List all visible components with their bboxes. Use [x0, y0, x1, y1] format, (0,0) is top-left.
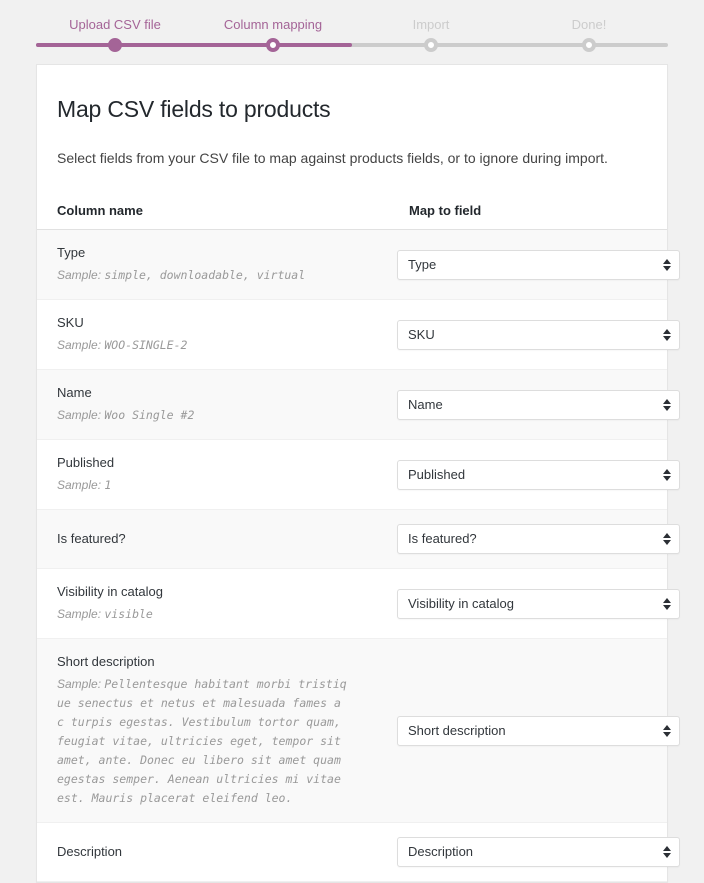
row-column-name-cell: Is featured?	[37, 510, 389, 569]
csv-column-name: Description	[57, 843, 377, 861]
row-column-name-cell: SKU Sample: WOO-SINGLE-2	[37, 300, 389, 370]
sample-label: Sample:	[57, 268, 101, 282]
map-field-select[interactable]: Is featured?	[397, 524, 680, 554]
row-column-name-cell: Description	[37, 823, 389, 882]
row-map-field-cell: Visibility in catalog	[389, 569, 667, 639]
page-title: Map CSV fields to products	[57, 95, 647, 124]
column-header-map-to-field: Map to field	[389, 193, 667, 230]
row-map-field-cell: Type	[389, 230, 667, 300]
table-row: Visibility in catalog Sample: visible Vi…	[37, 569, 667, 639]
step-import: Import	[352, 0, 510, 64]
step-dot-icon	[108, 38, 122, 52]
sample-value: Woo Single #2	[104, 408, 194, 422]
map-field-select-wrapper[interactable]: SKU	[397, 320, 680, 350]
map-field-select[interactable]: Name	[397, 390, 680, 420]
csv-column-name: Type	[57, 244, 377, 262]
row-column-name-cell: Name Sample: Woo Single #2	[37, 370, 389, 440]
table-head: Column name Map to field	[37, 193, 667, 230]
row-column-name-cell: Type Sample: simple, downloadable, virtu…	[37, 230, 389, 300]
row-map-field-cell: Published	[389, 440, 667, 510]
map-field-select[interactable]: Short description	[397, 716, 680, 746]
csv-column-sample: Sample: 1	[57, 476, 347, 495]
csv-column-name: Published	[57, 454, 377, 472]
row-column-name-cell: Visibility in catalog Sample: visible	[37, 569, 389, 639]
csv-column-name: Visibility in catalog	[57, 583, 377, 601]
table-row: Name Sample: Woo Single #2 Name	[37, 370, 667, 440]
map-field-select[interactable]: Description	[397, 837, 680, 867]
column-mapping-card: Map CSV fields to products Select fields…	[36, 64, 668, 883]
sample-label: Sample:	[57, 607, 101, 621]
row-map-field-cell: Name	[389, 370, 667, 440]
csv-column-sample: Sample: WOO-SINGLE-2	[57, 336, 347, 355]
row-map-field-cell: Description	[389, 823, 667, 882]
sample-value: Pellentesque habitant morbi tristique se…	[57, 677, 347, 805]
csv-column-sample: Sample: simple, downloadable, virtual	[57, 266, 347, 285]
sample-label: Sample:	[57, 408, 101, 422]
row-map-field-cell: SKU	[389, 300, 667, 370]
sample-label: Sample:	[57, 478, 101, 492]
map-field-select[interactable]: Visibility in catalog	[397, 589, 680, 619]
step-label: Import	[352, 17, 510, 33]
row-map-field-cell: Is featured?	[389, 510, 667, 569]
import-progress-stepper: Upload CSV file Column mapping Import Do…	[0, 0, 704, 64]
column-mapping-table: Column name Map to field Type Sample: si…	[37, 193, 667, 882]
sample-value: WOO-SINGLE-2	[104, 338, 187, 352]
sample-value: visible	[104, 607, 152, 621]
table-row: Published Sample: 1 Published	[37, 440, 667, 510]
map-field-select-wrapper[interactable]: Short description	[397, 716, 680, 746]
map-field-select-wrapper[interactable]: Type	[397, 250, 680, 280]
csv-column-name: Is featured?	[57, 530, 377, 548]
csv-column-sample: Sample: Woo Single #2	[57, 406, 347, 425]
column-header-column-name: Column name	[37, 193, 389, 230]
card-header: Map CSV fields to products Select fields…	[37, 65, 667, 171]
csv-column-name: Short description	[57, 653, 377, 671]
step-upload-csv-file[interactable]: Upload CSV file	[36, 0, 194, 64]
map-field-select[interactable]: Type	[397, 250, 680, 280]
table-row: Description Description	[37, 823, 667, 882]
table-row: Is featured? Is featured?	[37, 510, 667, 569]
step-dot-icon	[582, 38, 596, 52]
step-column-mapping[interactable]: Column mapping	[194, 0, 352, 64]
step-dot-icon	[424, 38, 438, 52]
step-label: Done!	[510, 17, 668, 33]
csv-column-name: Name	[57, 384, 377, 402]
map-field-select-wrapper[interactable]: Name	[397, 390, 680, 420]
csv-column-name: SKU	[57, 314, 377, 332]
step-dot-icon	[266, 38, 280, 52]
map-field-select-wrapper[interactable]: Description	[397, 837, 680, 867]
sample-value: simple, downloadable, virtual	[104, 268, 305, 282]
table-body: Type Sample: simple, downloadable, virtu…	[37, 230, 667, 882]
table-header-row: Column name Map to field	[37, 193, 667, 230]
map-field-select-wrapper[interactable]: Is featured?	[397, 524, 680, 554]
page-intro-text: Select fields from your CSV file to map …	[57, 146, 627, 171]
map-field-select-wrapper[interactable]: Visibility in catalog	[397, 589, 680, 619]
csv-column-sample: Sample: visible	[57, 605, 347, 624]
step-label: Upload CSV file	[36, 17, 194, 33]
sample-label: Sample:	[57, 338, 101, 352]
table-row: SKU Sample: WOO-SINGLE-2 SKU	[37, 300, 667, 370]
row-column-name-cell: Published Sample: 1	[37, 440, 389, 510]
stepper-steps: Upload CSV file Column mapping Import Do…	[36, 0, 668, 64]
map-field-select[interactable]: SKU	[397, 320, 680, 350]
sample-value: 1	[104, 478, 111, 492]
step-label: Column mapping	[194, 17, 352, 33]
step-done: Done!	[510, 0, 668, 64]
map-field-select[interactable]: Published	[397, 460, 680, 490]
map-field-select-wrapper[interactable]: Published	[397, 460, 680, 490]
csv-column-sample: Sample: Pellentesque habitant morbi tris…	[57, 675, 347, 808]
sample-label: Sample:	[57, 677, 101, 691]
table-row: Type Sample: simple, downloadable, virtu…	[37, 230, 667, 300]
